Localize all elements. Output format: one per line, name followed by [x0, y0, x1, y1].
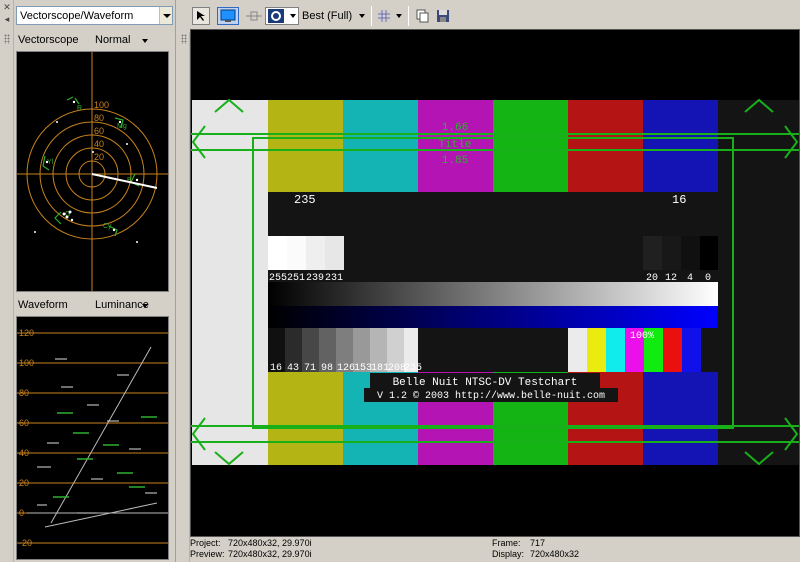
panel-collapse-strip: ✕ ◂ — [0, 0, 14, 562]
external-monitor-button[interactable] — [217, 7, 239, 25]
waveform-mode-dropdown[interactable]: Luminance — [95, 299, 149, 311]
gray-label: 231 — [325, 273, 343, 284]
vectorscope-ring-label: 80 — [94, 113, 104, 123]
project-label: Project: — [190, 538, 221, 548]
frame-label: Frame: — [492, 538, 521, 548]
testchart-title: Belle Nuit NTSC-DV Testchart — [393, 377, 578, 389]
cursor-icon — [197, 11, 205, 21]
gray-label: 4 — [687, 273, 693, 284]
chevron-down-icon[interactable] — [396, 14, 402, 18]
grid-icon — [378, 10, 390, 22]
percent-label: 100% — [630, 331, 654, 342]
grip-icon[interactable] — [181, 34, 187, 44]
split-screen-button[interactable] — [245, 7, 263, 25]
testchart-version: V 1.2 © 2003 http://www.belle-nuit.com — [377, 390, 605, 402]
vectorscope-target-label: Cy — [103, 223, 112, 230]
waveform-scale-label: 80 — [19, 388, 29, 398]
preview-quality-value: Best (Full) — [302, 10, 353, 22]
aspect-label: 1.66 — [442, 122, 468, 134]
waveform-scale-label: 100 — [19, 358, 34, 368]
waveform-header: Waveform Luminance — [0, 299, 176, 313]
copy-icon — [416, 9, 429, 23]
upper-label-235: 235 — [294, 193, 316, 207]
waveform-scale-label: 60 — [19, 418, 29, 428]
preview-quality-dropdown[interactable]: Best (Full) — [302, 7, 366, 25]
waveform-scale-label: 40 — [19, 448, 29, 458]
toolbar-separator — [408, 6, 409, 26]
gray-label: 20 — [646, 273, 658, 284]
chevron-down-icon[interactable] — [142, 39, 148, 43]
monitor-icon — [220, 9, 236, 22]
vectorscope-ring-label: 40 — [94, 139, 104, 149]
aspect-label: 1.85 — [442, 155, 468, 167]
vectorscope-ring-label: 20 — [94, 152, 104, 162]
vectorscope-graticule: 100 80 60 40 20 R Mg B Cy G Yl — [17, 52, 168, 291]
toolbar-separator — [371, 6, 372, 26]
chevron-down-icon[interactable] — [159, 7, 172, 24]
step-label: 126 — [337, 363, 355, 374]
frame-value: 717 — [530, 538, 546, 548]
save-icon — [437, 10, 449, 22]
preview-status-bar: Project: 720x480x32, 29.970i Preview: 72… — [190, 537, 800, 562]
save-snapshot-button[interactable] — [434, 7, 452, 25]
chevron-down-icon[interactable] — [359, 14, 365, 18]
step-label: 153 — [354, 363, 372, 374]
chevron-down-icon[interactable] — [142, 304, 148, 308]
step-label: 16 — [270, 363, 282, 374]
vectorscope-target-label: R — [77, 105, 82, 112]
preview-label: Preview: — [190, 549, 225, 559]
preview-value: 720x480x32, 29.970i — [228, 549, 312, 559]
gray-label: 239 — [306, 273, 324, 284]
scopes-panel: ✕ ◂ Vectorscope/Waveform Vectorscope Nor… — [0, 0, 176, 562]
waveform-display: 120 100 80 60 40 20 0 -20 — [16, 316, 169, 560]
gray-label: 0 — [705, 273, 711, 284]
vectorscope-display: 100 80 60 40 20 R Mg B Cy G Yl — [16, 51, 169, 292]
gray-label: 255 — [269, 273, 287, 284]
preview-collapse-strip: ✕ ◂ — [178, 0, 190, 562]
vectorscope-label: Vectorscope — [18, 34, 79, 46]
gray-label: 12 — [665, 273, 677, 284]
vectorscope-target-label: Mg — [117, 123, 127, 130]
overlay-icon — [268, 9, 284, 23]
waveform-scale-label: 0 — [19, 508, 24, 518]
chevron-down-icon[interactable] — [290, 14, 296, 18]
preview-options-button[interactable] — [192, 7, 210, 25]
scope-view-select-value: Vectorscope/Waveform — [20, 10, 134, 22]
step-label: 71 — [304, 363, 316, 374]
display-value: 720x480x32 — [530, 549, 580, 559]
vectorscope-header: Vectorscope Normal — [0, 34, 176, 48]
preview-toolbar: Best (Full) — [178, 0, 800, 32]
step-label: 98 — [321, 363, 333, 374]
display-label: Display: — [492, 549, 525, 559]
vectorscope-ring-label: 100 — [94, 100, 109, 110]
copy-snapshot-button[interactable] — [414, 7, 432, 25]
vectorscope-ring-label: 60 — [94, 126, 104, 136]
step-label: 181 — [371, 363, 389, 374]
step-label: 235 — [404, 363, 422, 374]
close-icon[interactable]: ✕ — [2, 2, 12, 12]
waveform-scale-label: 20 — [19, 478, 29, 488]
step-label: 43 — [287, 363, 299, 374]
video-preview: 235 16 255 251 239 231 20 12 4 0 16 43 7… — [190, 29, 800, 537]
upper-label-16: 16 — [672, 193, 686, 207]
waveform-graticule: 120 100 80 60 40 20 0 -20 — [17, 328, 168, 548]
gray-label: 251 — [287, 273, 305, 284]
split-screen-icon — [246, 11, 262, 21]
waveform-label: Waveform — [18, 299, 68, 311]
overlays-button[interactable] — [265, 7, 299, 25]
scope-view-select[interactable]: Vectorscope/Waveform — [16, 6, 173, 25]
testchart-frame: 235 16 255 251 239 231 20 12 4 0 16 43 7… — [191, 98, 799, 466]
waveform-scale-label: 120 — [19, 328, 34, 338]
project-value: 720x480x32, 29.970i — [228, 538, 312, 548]
grid-button[interactable] — [376, 7, 392, 25]
vectorscope-mode-dropdown[interactable]: Normal — [95, 34, 130, 46]
waveform-scale-label: -20 — [19, 538, 32, 548]
panel-arrow-left-icon[interactable]: ◂ — [2, 14, 12, 24]
